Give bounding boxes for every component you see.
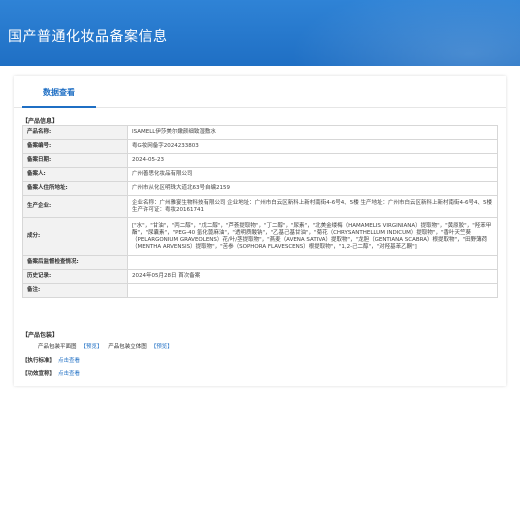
row-value <box>127 255 498 270</box>
table-row: 历史记录: 2024年05月28日 首次备案 <box>22 269 498 284</box>
row-value: 广州善思化妆品有限公司 <box>127 167 498 182</box>
table-row: 备案后监督检查情况: <box>22 255 498 270</box>
table-row: 成分: ["水"，"甘油"，"丙二醇"，"戊二醇"，"芦荟提取物"，"丁二醇"，"… <box>22 217 498 256</box>
tab-bar: 数据查看 <box>14 76 506 108</box>
section-title-packaging: 【产品包装】 <box>22 332 59 339</box>
row-value: 粤G妆网备字2024233803 <box>127 139 498 154</box>
efficacy-label: 【功效宣称】 <box>22 371 56 377</box>
content-panel: 数据查看 【产品信息】 产品名称: ISAMELL伊莎美尔嫩颜细致湿敷水 备案编号… <box>14 76 506 386</box>
solid-image-label: 产品包装立体图 <box>108 344 147 350</box>
flat-image-preview-link[interactable]: 【预览】 <box>81 344 103 350</box>
row-label: 历史记录: <box>22 269 128 284</box>
exec-standard-label: 【执行标准】 <box>22 358 56 364</box>
solid-image-preview-link[interactable]: 【预览】 <box>151 344 173 350</box>
row-value <box>127 283 498 298</box>
row-value: 广州市从化区明珠大道北63号自编2159 <box>127 181 498 196</box>
table-row: 备案人住所地址: 广州市从化区明珠大道北63号自编2159 <box>22 181 498 196</box>
packaging-links: 产品包装平面图 【预览】 产品包装立体图 【预览】 <box>38 342 177 350</box>
tab-data-view[interactable]: 数据查看 <box>22 84 96 108</box>
row-label: 产品名称: <box>22 125 128 140</box>
header-banner: 国产普通化妆品备案信息 <box>0 0 520 66</box>
row-value: ["水"，"甘油"，"丙二醇"，"戊二醇"，"芦荟提取物"，"丁二醇"，"尿素"… <box>127 217 498 256</box>
row-label: 备案后监督检查情况: <box>22 255 128 270</box>
table-row: 生产企业: 企业名称：广州雅宴生物科技有限公司 企业地址：广州市白云区新科上新村南… <box>22 195 498 218</box>
row-value: ISAMELL伊莎美尔嫩颜细致湿敷水 <box>127 125 498 140</box>
page-title: 国产普通化妆品备案信息 <box>8 29 168 45</box>
row-label: 成分: <box>22 217 128 256</box>
table-row: 备案人: 广州善思化妆品有限公司 <box>22 167 498 182</box>
efficacy-link[interactable]: 点击查看 <box>58 369 80 377</box>
table-row: 备案日期: 2024-05-23 <box>22 153 498 168</box>
row-value: 企业名称：广州雅宴生物科技有限公司 企业地址：广州市白云区新科上新村南街4-6号… <box>127 195 498 218</box>
row-label: 备案编号: <box>22 139 128 154</box>
product-info-table: 产品名称: ISAMELL伊莎美尔嫩颜细致湿敷水 备案编号: 粤G妆网备字20242… <box>22 125 498 298</box>
row-value: 2024-05-23 <box>127 153 498 168</box>
exec-standard-link[interactable]: 点击查看 <box>58 356 80 364</box>
row-label: 备注: <box>22 283 128 298</box>
row-label: 备案人住所地址: <box>22 181 128 196</box>
row-value: 2024年05月28日 首次备案 <box>127 269 498 284</box>
row-label: 生产企业: <box>22 195 128 218</box>
table-row: 备案编号: 粤G妆网备字2024233803 <box>22 139 498 154</box>
table-row: 备注: <box>22 283 498 298</box>
row-label: 备案日期: <box>22 153 128 168</box>
table-row: 产品名称: ISAMELL伊莎美尔嫩颜细致湿敷水 <box>22 125 498 140</box>
row-label: 备案人: <box>22 167 128 182</box>
flat-image-label: 产品包装平面图 <box>38 344 77 350</box>
section-title-product-info: 【产品信息】 <box>22 118 59 125</box>
